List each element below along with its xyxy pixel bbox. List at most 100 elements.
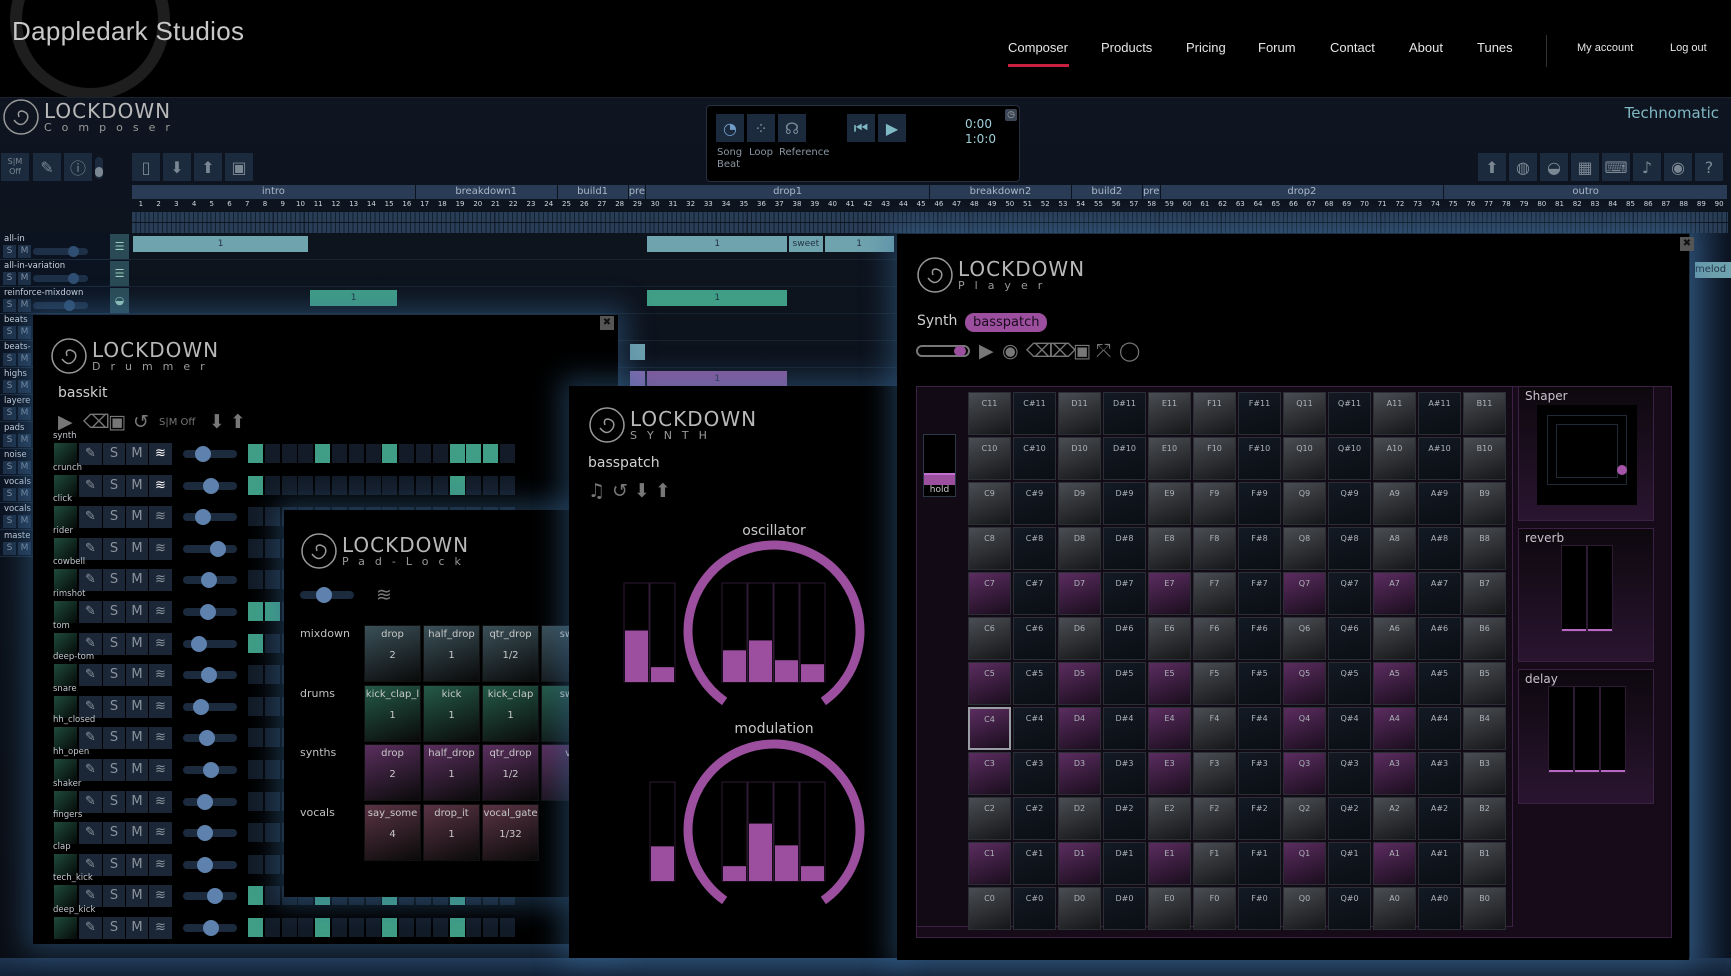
bar-number[interactable]: 33 [699,200,717,208]
solo-button[interactable]: S [3,326,16,339]
mute-button[interactable]: M [18,353,31,366]
drum-volume-slider[interactable] [183,477,237,494]
solo-button[interactable]: S [103,885,125,908]
note-pad[interactable]: A#8 [1418,527,1461,570]
delay-slider[interactable] [1548,686,1574,773]
step-cell[interactable] [264,760,280,779]
note-pad[interactable]: F#1 [1238,842,1281,885]
bar-number[interactable]: 16 [398,200,416,208]
note-pad[interactable]: D#1 [1103,842,1146,885]
bar-number[interactable]: 17 [416,200,434,208]
bar-number[interactable]: 86 [1639,200,1657,208]
note-pad[interactable]: E8 [1148,527,1191,570]
bar-number[interactable]: 5 [203,200,221,208]
note-pad[interactable]: F1 [1193,842,1236,885]
solo-button[interactable]: S [103,727,125,750]
step-cell[interactable] [315,918,331,937]
mute-button[interactable]: M [126,727,148,750]
layers-icon[interactable]: ≋ [149,632,172,655]
note-pad[interactable]: Q2 [1283,797,1326,840]
nav-log-out[interactable]: Log out [1670,42,1707,54]
note-pad[interactable]: A0 [1373,887,1416,930]
bar-number[interactable]: 24 [540,200,558,208]
slider-knob[interactable] [316,587,332,603]
modulation-level[interactable] [775,845,798,881]
padlock-volume-slider[interactable] [300,587,354,603]
note-pad[interactable]: Q#9 [1328,482,1371,525]
note-pad[interactable]: F3 [1193,752,1236,795]
note-pad[interactable]: F#11 [1238,392,1281,435]
bar-number[interactable]: 58 [1143,200,1161,208]
step-cell[interactable] [332,444,347,463]
layers-icon[interactable]: ≋ [149,885,172,908]
upload-icon[interactable]: ⬆ [194,153,222,181]
bar-number[interactable]: 70 [1356,200,1374,208]
layers-icon[interactable]: ≋ [149,664,172,687]
bar-number[interactable]: 55 [1090,200,1108,208]
section-drop1[interactable]: drop1 [646,185,930,199]
mute-button[interactable]: M [18,542,31,555]
play-icon[interactable]: ▶ [58,411,73,433]
note-pad[interactable]: Q#1 [1328,842,1371,885]
slider-knob[interactable] [201,572,217,589]
note-pad[interactable]: F#8 [1238,527,1281,570]
help-icon[interactable]: ? [1695,153,1723,181]
pad-button[interactable]: drop 2 [364,744,421,802]
pad-button[interactable]: kick_clap_l 1 [364,684,421,742]
bar-number[interactable]: 48 [965,200,983,208]
mute-button[interactable]: M [126,664,148,687]
note-pad[interactable]: F#7 [1238,572,1281,615]
note-pad[interactable]: Q8 [1283,527,1326,570]
record-icon[interactable]: ◉ [1664,153,1692,181]
nav-my-account[interactable]: My account [1577,42,1633,54]
bar-number[interactable]: 84 [1604,200,1622,208]
pad-button[interactable]: vi [541,744,569,802]
step-cell[interactable] [248,507,263,527]
step-cell[interactable] [298,444,314,463]
note-pad[interactable]: A10 [1373,437,1416,480]
note-pad[interactable]: D1 [1058,842,1101,885]
bar-number[interactable]: 54 [1072,200,1090,208]
step-cell[interactable] [449,444,465,463]
bar-number[interactable]: 71 [1373,200,1391,208]
note-pad[interactable]: A#7 [1418,572,1461,615]
edit-icon[interactable]: ✎ [79,506,102,529]
mute-button[interactable]: M [126,474,148,497]
step-cell[interactable] [281,475,297,495]
step-cell[interactable] [248,823,263,843]
bar-number[interactable]: 64 [1249,200,1267,208]
bar-number[interactable]: 44 [895,200,913,208]
solo-button[interactable]: S [103,917,125,939]
drum-icon[interactable]: ◒ [110,288,129,313]
note-pad[interactable]: D#0 [1103,887,1146,930]
bar-number[interactable]: 9 [274,200,292,208]
bar-number[interactable]: 47 [948,200,966,208]
note-pad[interactable]: D7 [1058,572,1101,615]
track-name[interactable]: all-in-variation [4,261,94,271]
note-pad[interactable]: C#1 [1013,842,1056,885]
note-pad[interactable]: D#4 [1103,707,1146,750]
note-pad[interactable]: C#7 [1013,572,1056,615]
drum-volume-slider[interactable] [183,667,237,684]
bar-number[interactable]: 61 [1196,200,1214,208]
reverb-slider[interactable] [1587,545,1613,632]
bar-number[interactable]: 65 [1267,200,1285,208]
step-cell[interactable] [382,918,398,937]
gift-icon[interactable]: ▣ [108,411,126,433]
bar-number[interactable]: 89 [1693,200,1711,208]
clip[interactable]: 1 [647,290,788,306]
pad-button[interactable]: half_drop 1 [423,625,480,682]
slider-knob[interactable] [203,920,219,936]
note-pad[interactable]: A4 [1373,707,1416,750]
step-cell[interactable] [264,886,280,906]
bar-number[interactable]: 36 [753,200,771,208]
note-pad[interactable]: B2 [1463,797,1506,840]
note-pad[interactable]: D#6 [1103,617,1146,660]
note-pad[interactable]: C4 [968,707,1011,750]
step-cell[interactable] [432,475,448,495]
slider-knob[interactable] [203,477,219,494]
close-icon[interactable]: ✖ [1680,237,1694,251]
delay-slider[interactable] [1574,686,1600,773]
step-cell[interactable] [264,633,280,653]
mute-button[interactable]: M [18,326,31,339]
